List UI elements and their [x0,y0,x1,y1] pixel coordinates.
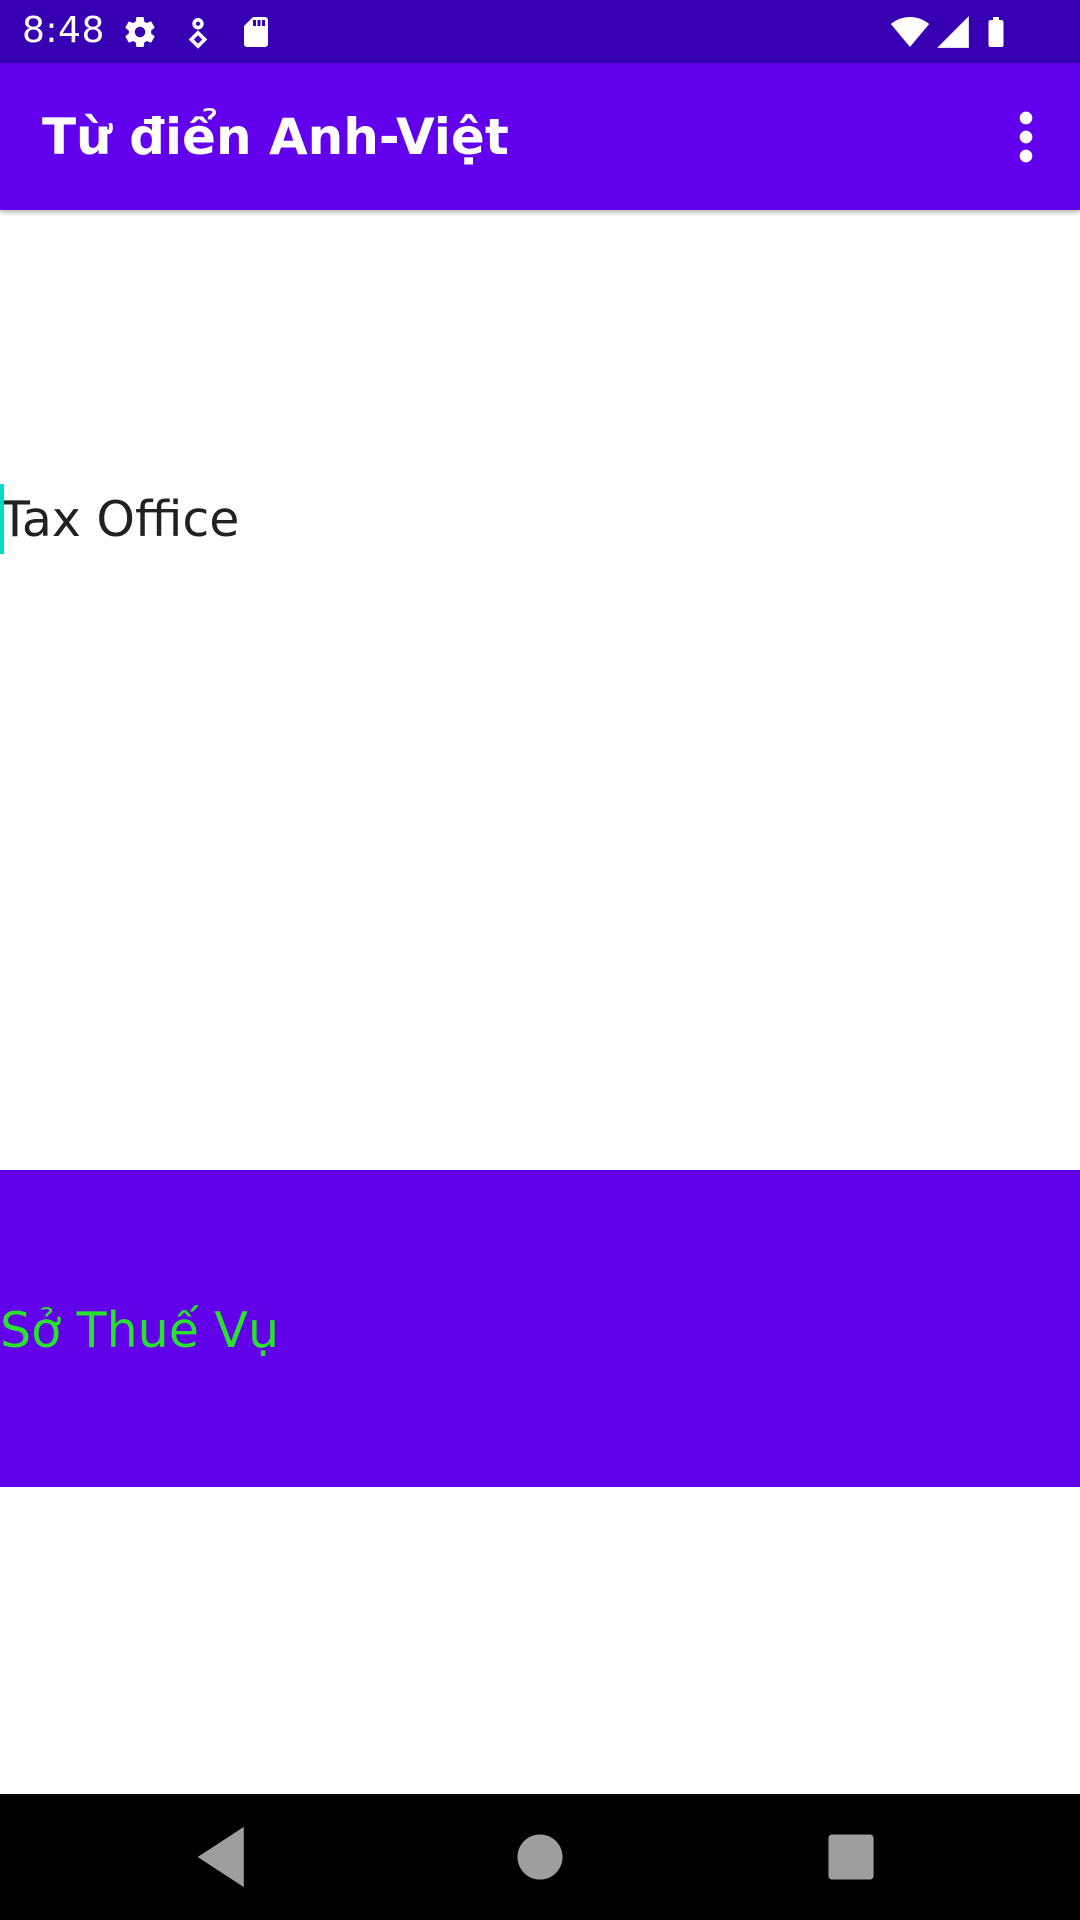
location-pin-icon [180,14,216,50]
home-icon [517,1834,563,1880]
battery-icon [978,12,1014,52]
text-cursor [0,484,4,554]
sd-card-icon [238,14,274,50]
signal-icon [934,13,972,51]
settings-icon [122,14,158,50]
back-button[interactable] [184,1816,266,1898]
status-bar: 8:48 [0,0,1080,63]
recents-button[interactable] [810,1816,892,1898]
recents-icon [828,1834,874,1880]
wifi-icon [890,12,930,52]
more-options-button[interactable] [988,99,1064,175]
home-button[interactable] [499,1816,581,1898]
translation-result: Sở Thuế Vụ [0,1302,279,1359]
status-time: 8:48 [22,10,105,51]
navigation-bar [0,1794,1080,1920]
app-title: Từ điển Anh-Việt [42,108,509,166]
screen: 8:48 Từ điển Anh-Việt Sở Thuế Vụ [0,0,1080,1920]
app-bar: Từ điển Anh-Việt [0,63,1080,210]
more-vert-icon [1019,111,1033,163]
word-input[interactable] [0,484,1080,556]
back-icon [197,1826,244,1888]
